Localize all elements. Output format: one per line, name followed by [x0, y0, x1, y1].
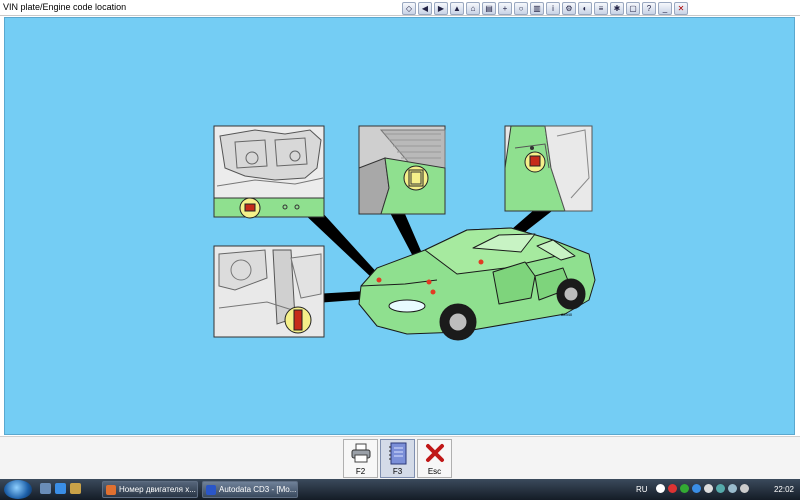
list-icon[interactable]: ≡	[594, 1, 608, 15]
minimize-icon[interactable]: _	[658, 1, 672, 15]
zoom-icon[interactable]: +	[498, 1, 512, 15]
settings-icon[interactable]: ✱	[610, 1, 624, 15]
inset-under-hood	[358, 125, 446, 215]
task-autodata[interactable]: Autodata CD3 - [Mo...	[202, 481, 298, 498]
marker-engine	[376, 277, 382, 283]
browser-task-icon	[106, 485, 116, 495]
marker-hood	[426, 279, 432, 285]
f2-label: F2	[355, 467, 366, 476]
clock[interactable]: 22:02	[774, 485, 794, 494]
inset-suspension	[213, 245, 325, 338]
f2-print-button[interactable]: F2	[343, 439, 378, 478]
tray-icon-1[interactable]	[656, 484, 665, 493]
help-icon[interactable]: ?	[642, 1, 656, 15]
tray-icon-6[interactable]	[716, 484, 725, 493]
f3-notes-button[interactable]: F3	[380, 439, 415, 478]
wrench-icon[interactable]: ⚙	[562, 1, 576, 15]
close-x-icon	[425, 444, 444, 462]
browser-icon[interactable]	[55, 483, 66, 494]
close-icon[interactable]: ✕	[674, 1, 688, 15]
forward-icon[interactable]: ▶	[434, 1, 448, 15]
start-button[interactable]	[4, 480, 32, 499]
task-browser[interactable]: Номер двигателя х...	[102, 481, 198, 498]
f3-label: F3	[392, 467, 403, 476]
tray-icon-5[interactable]	[704, 484, 713, 493]
fkey-bar: F2 F3 Esc	[0, 436, 800, 479]
quick-launch	[40, 483, 81, 494]
image-code: 88940	[561, 312, 573, 317]
print-icon[interactable]: ▤	[482, 1, 496, 15]
nav-icon[interactable]: ◇	[402, 1, 416, 15]
volume-icon[interactable]	[740, 484, 749, 493]
system-tray: RU 22:02	[634, 479, 800, 500]
esc-label: Esc	[427, 467, 442, 476]
esc-close-button[interactable]: Esc	[417, 439, 452, 478]
task-label: Autodata CD3 - [Mo...	[219, 485, 297, 494]
tray-icon-3[interactable]	[680, 484, 689, 493]
language-indicator[interactable]: RU	[636, 485, 648, 494]
window-title: VIN plate/Engine code location	[3, 2, 127, 12]
info-icon[interactable]: i	[546, 1, 560, 15]
search-icon[interactable]: ○	[514, 1, 528, 15]
up-icon[interactable]: ▲	[450, 1, 464, 15]
home-icon[interactable]: ⌂	[466, 1, 480, 15]
diagram-area: 88940	[4, 17, 795, 435]
taskbar: Номер двигателя х... Autodata CD3 - [Mo.…	[0, 479, 800, 500]
printer-icon	[351, 443, 370, 463]
tray-icon-4[interactable]	[692, 484, 701, 493]
notebook-icon	[388, 442, 406, 465]
inset-engine-bay	[213, 125, 325, 219]
tray-icon-2[interactable]	[668, 484, 677, 493]
toolbar: ◇ ◀ ▶ ▲ ⌂ ▤ + ○ ▥ i ⚙ ◐ ≡ ✱ ▢ ? _ ✕	[402, 0, 688, 16]
task-label: Номер двигателя х...	[119, 485, 196, 494]
headlight	[388, 299, 426, 313]
marker-suspension	[430, 289, 436, 295]
book-icon[interactable]: ▥	[530, 1, 544, 15]
gauge-icon[interactable]: ◐	[578, 1, 592, 15]
back-icon[interactable]: ◀	[418, 1, 432, 15]
inset-windscreen	[504, 125, 593, 212]
autodata-task-icon	[206, 485, 216, 495]
title-bar: VIN plate/Engine code location ◇ ◀ ▶ ▲ ⌂…	[0, 0, 800, 16]
desktop-icon[interactable]	[40, 483, 51, 494]
window-icon[interactable]: ▢	[626, 1, 640, 15]
marker-windscreen	[478, 259, 484, 265]
car-illustration: 88940	[358, 227, 596, 341]
vin-location-diagram: 88940	[213, 125, 596, 341]
media-icon[interactable]	[70, 483, 81, 494]
network-icon[interactable]	[728, 484, 737, 493]
